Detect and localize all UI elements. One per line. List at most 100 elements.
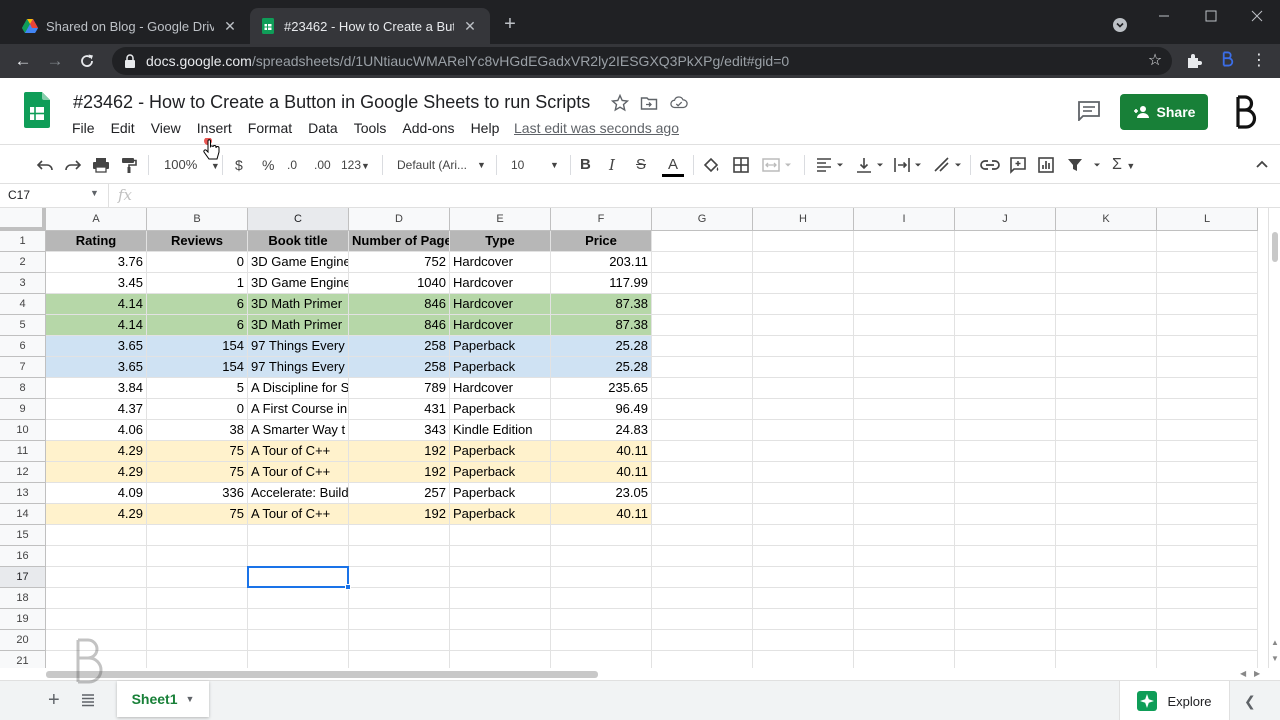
menu-help[interactable]: Help	[463, 118, 508, 138]
table-cell-type[interactable]: Paperback	[450, 462, 551, 483]
table-cell-rating[interactable]: 4.29	[46, 441, 147, 462]
tab-search-icon[interactable]	[1112, 17, 1128, 33]
table-cell-rating[interactable]: 3.76	[46, 252, 147, 273]
grid-cell[interactable]	[854, 462, 955, 483]
font-size-select[interactable]: 10 ▼	[511, 156, 563, 174]
grid-cell[interactable]	[955, 378, 1056, 399]
table-cell-rating[interactable]: 4.14	[46, 315, 147, 336]
grid-cell[interactable]	[652, 378, 753, 399]
close-icon[interactable]: ✕	[222, 18, 238, 35]
undo-icon[interactable]	[36, 156, 54, 174]
table-cell-title[interactable]: 97 Things Every	[248, 336, 349, 357]
table-cell-type[interactable]: Paperback	[450, 504, 551, 525]
print-icon[interactable]	[92, 156, 110, 174]
grid-cell[interactable]	[1157, 315, 1258, 336]
table-cell-title[interactable]: A Discipline for S	[248, 378, 349, 399]
table-cell-type[interactable]: Paperback	[450, 441, 551, 462]
header-cell[interactable]: Number of Pages	[349, 231, 450, 252]
grid-cell[interactable]	[955, 588, 1056, 609]
grid-cell[interactable]	[652, 588, 753, 609]
grid-cell[interactable]	[753, 336, 854, 357]
select-all-corner[interactable]	[0, 208, 46, 231]
column-header-a[interactable]: A	[46, 208, 147, 231]
text-color-button[interactable]: A	[662, 156, 684, 177]
grid-cell[interactable]	[753, 525, 854, 546]
scroll-down-arrow-icon[interactable]: ▼	[1271, 654, 1279, 663]
grid-cell[interactable]	[248, 525, 349, 546]
grid-cell[interactable]	[551, 588, 652, 609]
grid-cell[interactable]	[753, 588, 854, 609]
grid-cell[interactable]	[1157, 462, 1258, 483]
add-sheet-icon[interactable]: +	[48, 690, 60, 710]
grid-cell[interactable]	[1157, 357, 1258, 378]
grid-cell[interactable]	[753, 483, 854, 504]
grid-cell[interactable]	[652, 504, 753, 525]
table-cell-type[interactable]: Hardcover	[450, 315, 551, 336]
horizontal-align-icon[interactable]	[815, 156, 845, 174]
menu-add-ons[interactable]: Add-ons	[394, 118, 462, 138]
filter-icon[interactable]	[1066, 156, 1104, 174]
font-family-select[interactable]: Default (Ari... ▼	[397, 156, 487, 174]
back-arrow-icon[interactable]: ←	[14, 52, 32, 70]
table-cell-rating[interactable]: 4.37	[46, 399, 147, 420]
grid-cell[interactable]	[955, 294, 1056, 315]
grid-cell[interactable]	[652, 546, 753, 567]
grid-cell[interactable]	[753, 651, 854, 668]
close-icon[interactable]: ✕	[462, 18, 478, 35]
grid-cell[interactable]	[1157, 420, 1258, 441]
active-cell-outline[interactable]	[247, 566, 349, 588]
grid-cell[interactable]	[753, 357, 854, 378]
minimize-icon[interactable]	[1158, 10, 1170, 22]
table-cell-rating[interactable]: 3.84	[46, 378, 147, 399]
grid-cell[interactable]	[753, 231, 854, 252]
table-cell-pages[interactable]: 258	[349, 357, 450, 378]
document-title[interactable]: #23462 - How to Create a Button in Googl…	[73, 92, 590, 113]
menu-data[interactable]: Data	[300, 118, 346, 138]
borders-icon[interactable]	[732, 156, 750, 174]
grid-cell[interactable]	[1157, 630, 1258, 651]
explore-button[interactable]: Explore	[1119, 681, 1230, 720]
grid-cell[interactable]	[652, 336, 753, 357]
table-cell-rating[interactable]: 4.09	[46, 483, 147, 504]
grid-cell[interactable]	[652, 399, 753, 420]
column-header-l[interactable]: L	[1157, 208, 1258, 231]
insert-comment-icon[interactable]	[1009, 156, 1027, 174]
table-cell-type[interactable]: Hardcover	[450, 273, 551, 294]
side-panel-toggle-icon[interactable]: ❮	[1244, 693, 1256, 710]
bold-button[interactable]: B	[580, 156, 591, 174]
table-cell-pages[interactable]: 1040	[349, 273, 450, 294]
grid-cell[interactable]	[1157, 252, 1258, 273]
grid-cell[interactable]	[1056, 252, 1157, 273]
grid-cell[interactable]	[1056, 273, 1157, 294]
scroll-right-arrow-icon[interactable]: ▶	[1254, 669, 1260, 678]
grid-cell[interactable]	[248, 630, 349, 651]
grid-cell[interactable]	[854, 567, 955, 588]
table-cell-pages[interactable]: 192	[349, 441, 450, 462]
grid-cell[interactable]	[753, 294, 854, 315]
table-cell-reviews[interactable]: 6	[147, 315, 248, 336]
collapse-menu-chevron-icon[interactable]	[1254, 156, 1270, 174]
insert-link-icon[interactable]	[980, 156, 1000, 174]
increase-decimal-button[interactable]: .00	[314, 156, 331, 174]
grid-cell[interactable]	[854, 483, 955, 504]
grid-cell[interactable]	[955, 399, 1056, 420]
formula-input[interactable]	[146, 184, 1266, 208]
grid-cell[interactable]	[652, 567, 753, 588]
table-cell-title[interactable]: A Tour of C++	[248, 462, 349, 483]
table-cell-title[interactable]: A First Course in	[248, 399, 349, 420]
table-cell-title[interactable]: 3D Math Primer	[248, 315, 349, 336]
vertical-align-icon[interactable]	[855, 156, 885, 174]
column-header-k[interactable]: K	[1056, 208, 1157, 231]
grid-cell[interactable]	[450, 651, 551, 668]
grid-cell[interactable]	[753, 462, 854, 483]
grid-cell[interactable]	[1157, 336, 1258, 357]
column-header-f[interactable]: F	[551, 208, 652, 231]
grid-cell[interactable]	[854, 609, 955, 630]
grid-cell[interactable]	[753, 315, 854, 336]
decrease-decimal-button[interactable]: .0	[287, 156, 297, 174]
header-cell[interactable]: Price	[551, 231, 652, 252]
row-header[interactable]: 18	[0, 588, 46, 609]
horizontal-scroll-thumb[interactable]	[46, 671, 598, 678]
grid-cell[interactable]	[753, 546, 854, 567]
grid-cell[interactable]	[46, 525, 147, 546]
